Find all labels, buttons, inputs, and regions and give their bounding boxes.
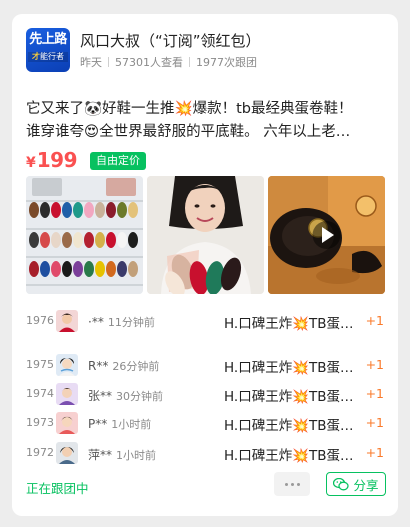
order-time: 1小时前: [111, 418, 152, 431]
post-meta: 昨天 57301人查看 1977次跟团: [80, 54, 257, 70]
avatar[interactable]: [56, 354, 78, 376]
order-item: H.口碑王炸💥TB蛋…: [224, 360, 354, 376]
description-line-2: 谁穿谁夸😍全世界最舒服的平底鞋。 六年以上老…: [26, 124, 351, 140]
avatar[interactable]: [56, 442, 78, 464]
buyer-name: P** 1小时前: [88, 416, 151, 432]
order-item: H.口碑王炸💥TB蛋…: [224, 316, 354, 332]
group-buy-card[interactable]: 先上路 才能行者 风口大叔（“订阅”领红包） 昨天 57301人查看 1977次跟团…: [12, 14, 398, 516]
order-time: 1小时前: [116, 449, 157, 462]
order-quantity: +1: [365, 313, 384, 328]
order-number: 1975: [26, 358, 54, 371]
order-row[interactable]: 1975 R** 26分钟前 H.口碑王炸💥TB蛋… +1: [26, 354, 386, 378]
logo-text-main: 先上路: [29, 32, 67, 47]
avatar[interactable]: [56, 310, 78, 332]
photo-shoe-video[interactable]: [268, 176, 385, 294]
order-quantity: +1: [365, 445, 384, 460]
order-item: H.口碑王炸💥TB蛋…: [224, 389, 354, 405]
card-header: 先上路 才能行者 风口大叔（“订阅”领红包） 昨天 57301人查看 1977次跟团: [26, 28, 386, 76]
follow-count: 1977次跟团: [196, 56, 257, 69]
avatar[interactable]: [56, 383, 78, 405]
logo-accent: 才: [32, 52, 40, 61]
logo-sub-rest: 能行者: [40, 52, 64, 61]
buyer-name: ·** 11分钟前: [88, 314, 155, 330]
view-count: 57301人查看: [115, 56, 183, 69]
avatar[interactable]: [56, 412, 78, 434]
price-amount: 199: [36, 148, 78, 172]
buyer-name-text: P**: [88, 417, 108, 431]
post-time: 昨天: [80, 56, 102, 69]
order-quantity: +1: [365, 415, 384, 430]
following-status[interactable]: 正在跟团中: [26, 478, 89, 497]
order-number: 1974: [26, 387, 54, 400]
more-dot-icon: [296, 482, 300, 486]
more-dot-icon: [290, 482, 294, 486]
price: ¥ 199: [26, 148, 78, 172]
price-currency: ¥: [26, 155, 36, 171]
order-number: 1973: [26, 416, 54, 429]
buyer-name: R** 26分钟前: [88, 358, 159, 374]
order-quantity: +1: [365, 357, 384, 372]
order-row[interactable]: 1973 P** 1小时前 H.口碑王炸💥TB蛋… +1: [26, 412, 386, 436]
group-title[interactable]: 风口大叔（“订阅”领红包）: [80, 30, 261, 51]
price-tag-badge: 自由定价: [90, 152, 146, 170]
order-time: 11分钟前: [107, 316, 155, 329]
order-number: 1972: [26, 446, 54, 459]
order-item: H.口碑王炸💥TB蛋…: [224, 448, 354, 464]
order-item: H.口碑王炸💥TB蛋…: [224, 418, 354, 434]
photo-shoe-wall[interactable]: [26, 176, 143, 294]
logo-text-sub: 才能行者: [28, 52, 68, 62]
buyer-name-text: R**: [88, 359, 109, 373]
divider: [189, 57, 190, 67]
order-time: 30分钟前: [116, 390, 164, 403]
photo-grid: [26, 176, 386, 294]
buyer-name-text: 萍**: [88, 448, 113, 462]
buyer-name: 萍** 1小时前: [88, 446, 156, 463]
order-number: 1976: [26, 314, 54, 327]
order-quantity: +1: [365, 386, 384, 401]
buyer-name: 张** 30分钟前: [88, 387, 163, 404]
divider: [108, 57, 109, 67]
buyer-name-text: ·**: [88, 315, 104, 329]
post-description[interactable]: 它又来了🐼好鞋一生推💥爆款！tb最经典蛋卷鞋！ 谁穿谁夸😍全世界最舒服的平底鞋。…: [26, 98, 386, 144]
share-button[interactable]: 分享: [326, 472, 386, 496]
card-footer: 正在跟团中 分享: [26, 472, 386, 500]
brand-logo[interactable]: 先上路 才能行者: [26, 28, 70, 72]
buyer-name-text: 张**: [88, 389, 113, 403]
photo-model[interactable]: [147, 176, 264, 294]
share-label: 分享: [353, 477, 379, 493]
order-row[interactable]: 1974 张** 30分钟前 H.口碑王炸💥TB蛋… +1: [26, 383, 386, 407]
order-time: 26分钟前: [112, 360, 160, 373]
more-button[interactable]: [274, 472, 310, 496]
more-dot-icon: [284, 482, 288, 486]
order-row[interactable]: 1972 萍** 1小时前 H.口碑王炸💥TB蛋… +1: [26, 442, 386, 466]
order-row[interactable]: 1976 ·** 11分钟前 H.口碑王炸💥TB蛋… +1: [26, 310, 386, 334]
wechat-icon: [333, 477, 350, 490]
description-line-1: 它又来了🐼好鞋一生推💥爆款！tb最经典蛋卷鞋！: [26, 101, 353, 117]
